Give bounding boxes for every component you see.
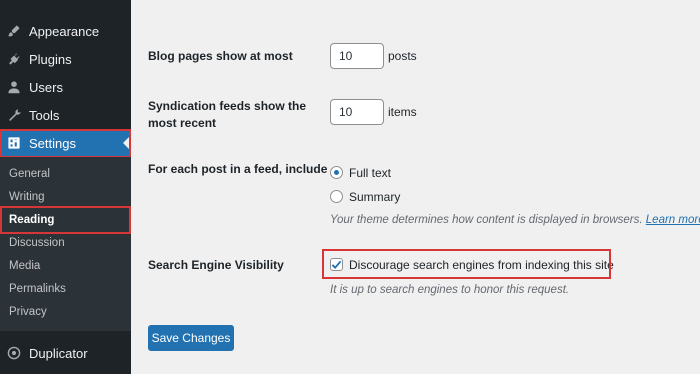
submenu-label: Media bbox=[9, 259, 41, 272]
submenu-item-writing[interactable]: Writing bbox=[0, 185, 131, 208]
blog-pages-unit: posts bbox=[388, 49, 417, 63]
submenu-item-reading[interactable]: Reading bbox=[0, 208, 131, 231]
feeds-label-line2: most recent bbox=[148, 116, 217, 130]
submenu-item-general[interactable]: General bbox=[0, 162, 131, 185]
reading-settings-form: Blog pages show at most posts Syndicatio… bbox=[131, 0, 700, 374]
menu-item-duplicator[interactable]: Duplicator bbox=[0, 339, 131, 367]
settings-submenu: General Writing Reading Discussion Media… bbox=[0, 157, 131, 331]
submenu-label: Reading bbox=[9, 213, 55, 226]
full-text-radio[interactable] bbox=[330, 166, 343, 179]
blog-pages-label: Blog pages show at most bbox=[148, 49, 293, 63]
feeds-label-line1: Syndication feeds show the bbox=[148, 99, 307, 113]
submenu-item-privacy[interactable]: Privacy bbox=[0, 300, 131, 323]
feed-description-text: Your theme determines how content is dis… bbox=[330, 214, 643, 226]
menu-label: Tools bbox=[29, 107, 60, 123]
menu-label: Plugins bbox=[29, 51, 72, 67]
submenu-item-media[interactable]: Media bbox=[0, 254, 131, 277]
duplicator-icon bbox=[7, 346, 21, 360]
paintbrush-icon bbox=[7, 24, 21, 38]
save-changes-button[interactable]: Save Changes bbox=[148, 325, 234, 351]
full-text-label[interactable]: Full text bbox=[349, 166, 391, 180]
search-engine-description: It is up to search engines to honor this… bbox=[330, 284, 570, 296]
active-menu-arrow bbox=[123, 135, 131, 151]
submenu-label: Writing bbox=[9, 190, 45, 203]
wrench-icon bbox=[7, 108, 21, 122]
feed-include-label: For each post in a feed, include bbox=[148, 162, 328, 176]
settings-icon bbox=[7, 136, 21, 150]
menu-label: Users bbox=[29, 79, 63, 95]
submenu-item-discussion[interactable]: Discussion bbox=[0, 231, 131, 254]
checkmark-icon bbox=[331, 260, 342, 270]
admin-sidebar: Appearance Plugins Users Tools Settings … bbox=[0, 0, 131, 374]
submenu-label: Permalinks bbox=[9, 282, 66, 295]
plugin-icon bbox=[7, 52, 21, 66]
feeds-input[interactable] bbox=[330, 99, 384, 125]
feed-description: Your theme determines how content is dis… bbox=[330, 214, 700, 226]
submenu-item-permalinks[interactable]: Permalinks bbox=[0, 277, 131, 300]
submenu-label: Privacy bbox=[9, 305, 47, 318]
feeds-unit: items bbox=[388, 105, 417, 119]
menu-label: Appearance bbox=[29, 23, 100, 39]
blog-pages-input[interactable] bbox=[330, 43, 384, 69]
menu-label: Settings bbox=[29, 135, 76, 151]
learn-more-link[interactable]: Learn more a bbox=[646, 214, 700, 226]
submenu-label: Discussion bbox=[9, 236, 65, 249]
menu-item-plugins[interactable]: Plugins bbox=[0, 45, 131, 73]
menu-item-settings[interactable]: Settings bbox=[0, 129, 131, 157]
summary-label[interactable]: Summary bbox=[349, 190, 400, 204]
menu-label: Duplicator bbox=[29, 345, 88, 361]
discourage-checkbox[interactable] bbox=[330, 258, 343, 271]
summary-radio[interactable] bbox=[330, 190, 343, 203]
submenu-label: General bbox=[9, 167, 50, 180]
discourage-label[interactable]: Discourage search engines from indexing … bbox=[349, 258, 614, 272]
search-engine-label: Search Engine Visibility bbox=[148, 258, 284, 272]
user-icon bbox=[7, 80, 21, 94]
menu-item-tools[interactable]: Tools bbox=[0, 101, 131, 129]
menu-item-users[interactable]: Users bbox=[0, 73, 131, 101]
menu-item-appearance[interactable]: Appearance bbox=[0, 17, 131, 45]
